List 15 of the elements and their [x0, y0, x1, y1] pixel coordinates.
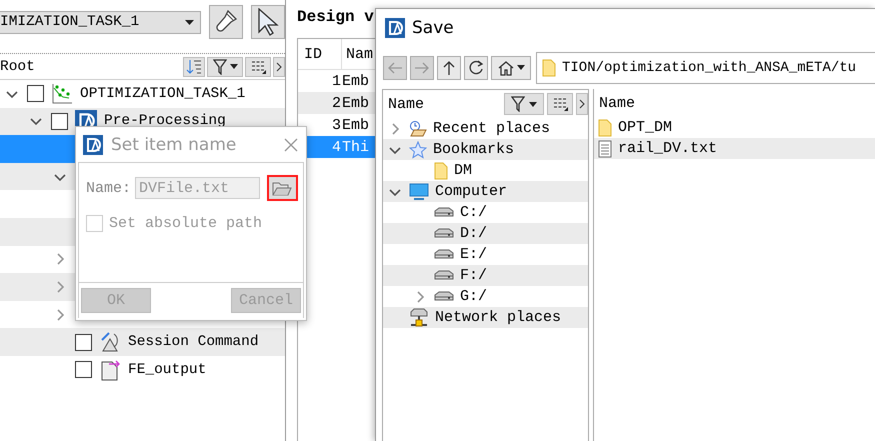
table-cell-text: 4 [330, 138, 342, 156]
table-cell: Emb [342, 72, 370, 90]
table-cell-text: 3 [330, 116, 342, 134]
dropdown-value: IMIZATION_TASK_1 [0, 14, 140, 30]
table-cell-text: 2 [330, 94, 342, 112]
checkbox-label: Set absolute path [109, 215, 262, 232]
dialog-title: Set item name [111, 134, 238, 154]
table-cell: Emb [342, 94, 370, 112]
table-cell-text: 1 [330, 72, 342, 90]
field-label: Name: [86, 180, 132, 196]
panel-title: Design v [297, 8, 374, 28]
dialog-title: Save [412, 18, 454, 38]
table-cell: Emb [342, 116, 370, 134]
column-header: Root [0, 58, 35, 74]
table-cell: Thi [342, 138, 370, 156]
